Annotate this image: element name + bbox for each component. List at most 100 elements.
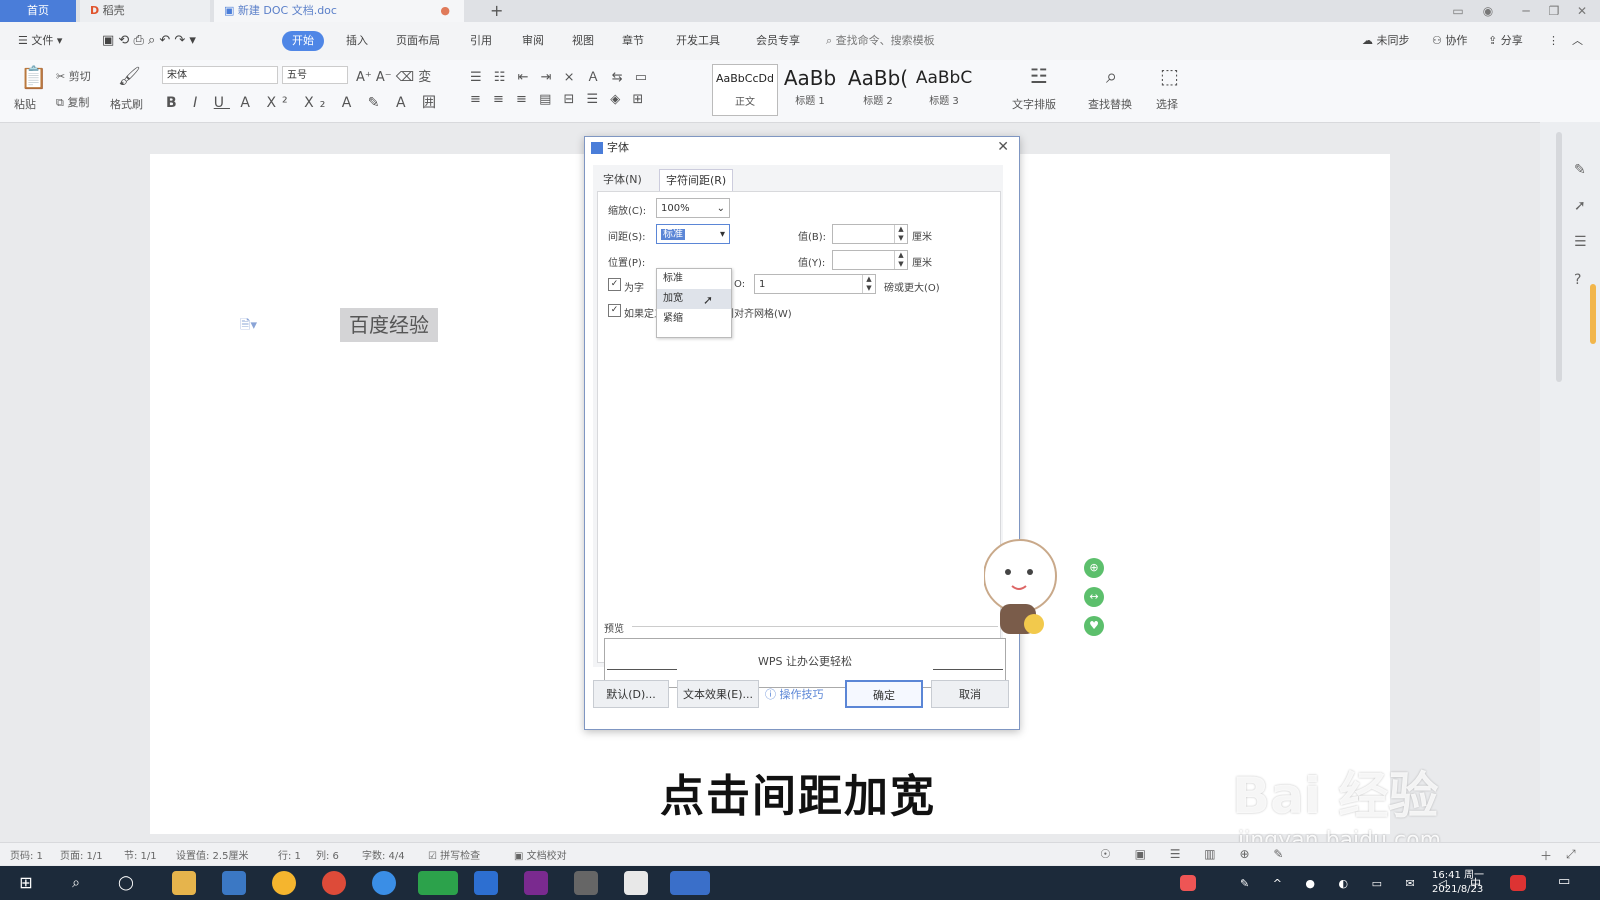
help-icon[interactable]: ? (1574, 272, 1581, 288)
cut-button[interactable]: ✂ 剪切 (56, 68, 91, 84)
windows-start-icon[interactable]: ⊞ (14, 871, 38, 895)
file-explorer-icon[interactable] (172, 871, 196, 895)
menu-page-layout[interactable]: 页面布局 (392, 31, 444, 51)
clock[interactable]: 16:41 周一 2021/8/23 (1432, 869, 1484, 897)
style-heading-1[interactable]: AaBb 标题 1 (778, 64, 842, 114)
wps-writer-icon[interactable] (670, 871, 710, 895)
default-button[interactable]: 默认(D)... (593, 680, 669, 708)
chrome-icon[interactable] (322, 871, 346, 895)
spell-check-button[interactable]: ☑ 拼写检查 (428, 847, 480, 862)
kerning-checkbox[interactable]: ✓ (608, 278, 621, 291)
style-heading-2[interactable]: AaBb( 标题 2 (846, 64, 910, 114)
tab-document[interactable]: ▣ 新建 DOC 文档.doc ● (214, 0, 464, 22)
wechat-icon[interactable] (418, 871, 458, 895)
menu-references[interactable]: 引用 (466, 31, 496, 51)
option-expanded[interactable]: 加宽 (657, 289, 731, 309)
quick-access-icons[interactable]: ▣ ⟲ ⎙ ⌕ ↶ ↷ ▾ (98, 31, 200, 51)
avatar[interactable]: ◉ (1474, 0, 1502, 22)
tab-character-spacing[interactable]: 字符间距(R) (659, 169, 734, 192)
tab-daoke[interactable]: D 稻壳 (80, 0, 210, 22)
menu-member[interactable]: 会员专享 (752, 31, 804, 51)
collapse-ribbon-icon[interactable]: ︿ (1568, 31, 1587, 51)
ok-button[interactable]: 确定 (845, 680, 923, 708)
style-normal[interactable]: AaBbCcDd 正文 (712, 64, 778, 116)
assistant-mascot[interactable] (983, 532, 1064, 642)
tab-home[interactable]: 首页 (0, 0, 76, 22)
mascot-action-3-icon[interactable]: ♥ (1084, 616, 1104, 636)
text-layout-button[interactable]: 文字排版 (1012, 96, 1056, 112)
grid-checkbox[interactable]: ✓ (608, 304, 621, 317)
zoom-in-icon[interactable]: ＋ (1540, 847, 1552, 864)
spinner-icon[interactable]: ▲ ▼ (894, 251, 907, 269)
mascot-action-2-icon[interactable]: ↔ (1084, 587, 1104, 607)
value-y-input[interactable]: ▲ ▼ (832, 250, 908, 270)
kerning-input[interactable]: 1 ▲ ▼ (754, 274, 876, 294)
text-effect-button[interactable]: 文本效果(E)... (677, 680, 759, 708)
option-standard[interactable]: 标准 (657, 269, 731, 289)
action-center-icon[interactable]: ▭ (1558, 874, 1570, 889)
close-window-icon[interactable]: ✕ (1568, 0, 1596, 22)
layout-icon[interactable]: ▭ (1444, 0, 1472, 22)
brush-icon[interactable]: 🖌 (118, 66, 141, 87)
text-layout-icon[interactable]: ☳ (1030, 64, 1048, 88)
pen-icon[interactable]: ✎ (1574, 162, 1586, 178)
find-replace-button[interactable]: 查找替换 (1088, 96, 1132, 112)
spacing-select[interactable]: 标准 ▾ (656, 224, 730, 244)
tab-close-icon[interactable]: ● (440, 0, 450, 22)
side-scroll-indicator[interactable] (1590, 284, 1596, 344)
premiere-icon[interactable] (524, 871, 548, 895)
font-format-icons[interactable]: B I U A X² X₂ A ✎ A 囲 (166, 92, 442, 112)
file-menu[interactable]: ☰ 文件 ▾ (14, 31, 66, 51)
select-button[interactable]: 选择 (1156, 96, 1178, 112)
taskbar-search-icon[interactable]: ⌕ (64, 871, 88, 895)
option-condensed[interactable]: 紧缩 (657, 309, 731, 329)
cancel-button[interactable]: 取消 (931, 680, 1009, 708)
scale-select[interactable]: 100% ⌄ (656, 198, 730, 218)
tool-icon[interactable] (574, 871, 598, 895)
menu-view[interactable]: 视图 (568, 31, 598, 51)
mascot-action-1-icon[interactable]: ⊕ (1084, 558, 1104, 578)
collab-button[interactable]: ⚇ 协作 (1428, 31, 1471, 51)
paragraph-align-icons[interactable]: ≡ ≡ ≡ ▤ ⊟ ☰ ◈ ⊞ (470, 92, 647, 107)
menu-chapter[interactable]: 章节 (618, 31, 648, 51)
font-grow-shrink-icons[interactable]: A⁺ A⁻ ⌫ 変 (356, 66, 431, 85)
paste-button[interactable]: 粘贴 (14, 96, 36, 112)
format-painter-button[interactable]: 格式刷 (110, 96, 143, 112)
select-icon[interactable]: ⬚ (1160, 64, 1179, 88)
cortana-icon[interactable]: ◯ (114, 871, 138, 895)
notification-badge-icon[interactable] (1510, 875, 1526, 891)
font-name-select[interactable]: 宋体 (162, 66, 278, 84)
style-heading-3[interactable]: AaBbC 标题 3 (912, 64, 976, 114)
qq-icon[interactable] (272, 871, 296, 895)
menu-start[interactable]: 开始 (282, 31, 324, 51)
menu-review[interactable]: 审阅 (518, 31, 548, 51)
new-tab-button[interactable]: + (480, 0, 504, 22)
spinner-icon[interactable]: ▲ ▼ (862, 275, 875, 293)
tab-font[interactable]: 字体(N) (597, 169, 648, 191)
paste-icon[interactable]: 📋 (20, 66, 47, 91)
spinner-icon[interactable]: ▲ ▼ (894, 225, 907, 243)
more-icon[interactable]: ⋮ (1544, 31, 1563, 51)
menu-insert[interactable]: 插入 (342, 31, 372, 51)
copy-button[interactable]: ⧉ 复制 (56, 94, 89, 110)
minimize-icon[interactable]: ─ (1512, 0, 1540, 22)
paragraph-mark-icon[interactable]: 🗎▾ (240, 316, 257, 338)
proofread-button[interactable]: ▣ 文档校对 (514, 847, 567, 862)
value-b-input[interactable]: ▲ ▼ (832, 224, 908, 244)
tips-link[interactable]: ⓘ 操作技巧 (765, 686, 824, 702)
close-icon[interactable]: ✕ (997, 139, 1009, 155)
view-mode-icons[interactable]: ☉ ▣ ☰ ▥ ⊕ ✎ (1100, 847, 1293, 861)
cursor-icon[interactable]: ➚ (1574, 198, 1586, 214)
vertical-scrollbar[interactable] (1556, 132, 1562, 382)
wps-tray-icon[interactable] (1180, 875, 1196, 891)
mail-icon[interactable] (222, 871, 246, 895)
font-size-select[interactable]: 五号 (282, 66, 348, 84)
feather-icon[interactable] (474, 871, 498, 895)
restore-icon[interactable]: ❐ (1540, 0, 1568, 22)
menu-developer[interactable]: 开发工具 (672, 31, 724, 51)
command-search[interactable]: ⌕ 查找命令、搜索模板 (826, 30, 976, 52)
image-viewer-icon[interactable] (624, 871, 648, 895)
sogou-icon[interactable] (372, 871, 396, 895)
paragraph-list-icons[interactable]: ☰ ☷ ⇤ ⇥ ⨯ Ａ ⇆ ▭ (470, 66, 651, 85)
magnifier-icon[interactable]: ⌕ (1106, 64, 1117, 88)
